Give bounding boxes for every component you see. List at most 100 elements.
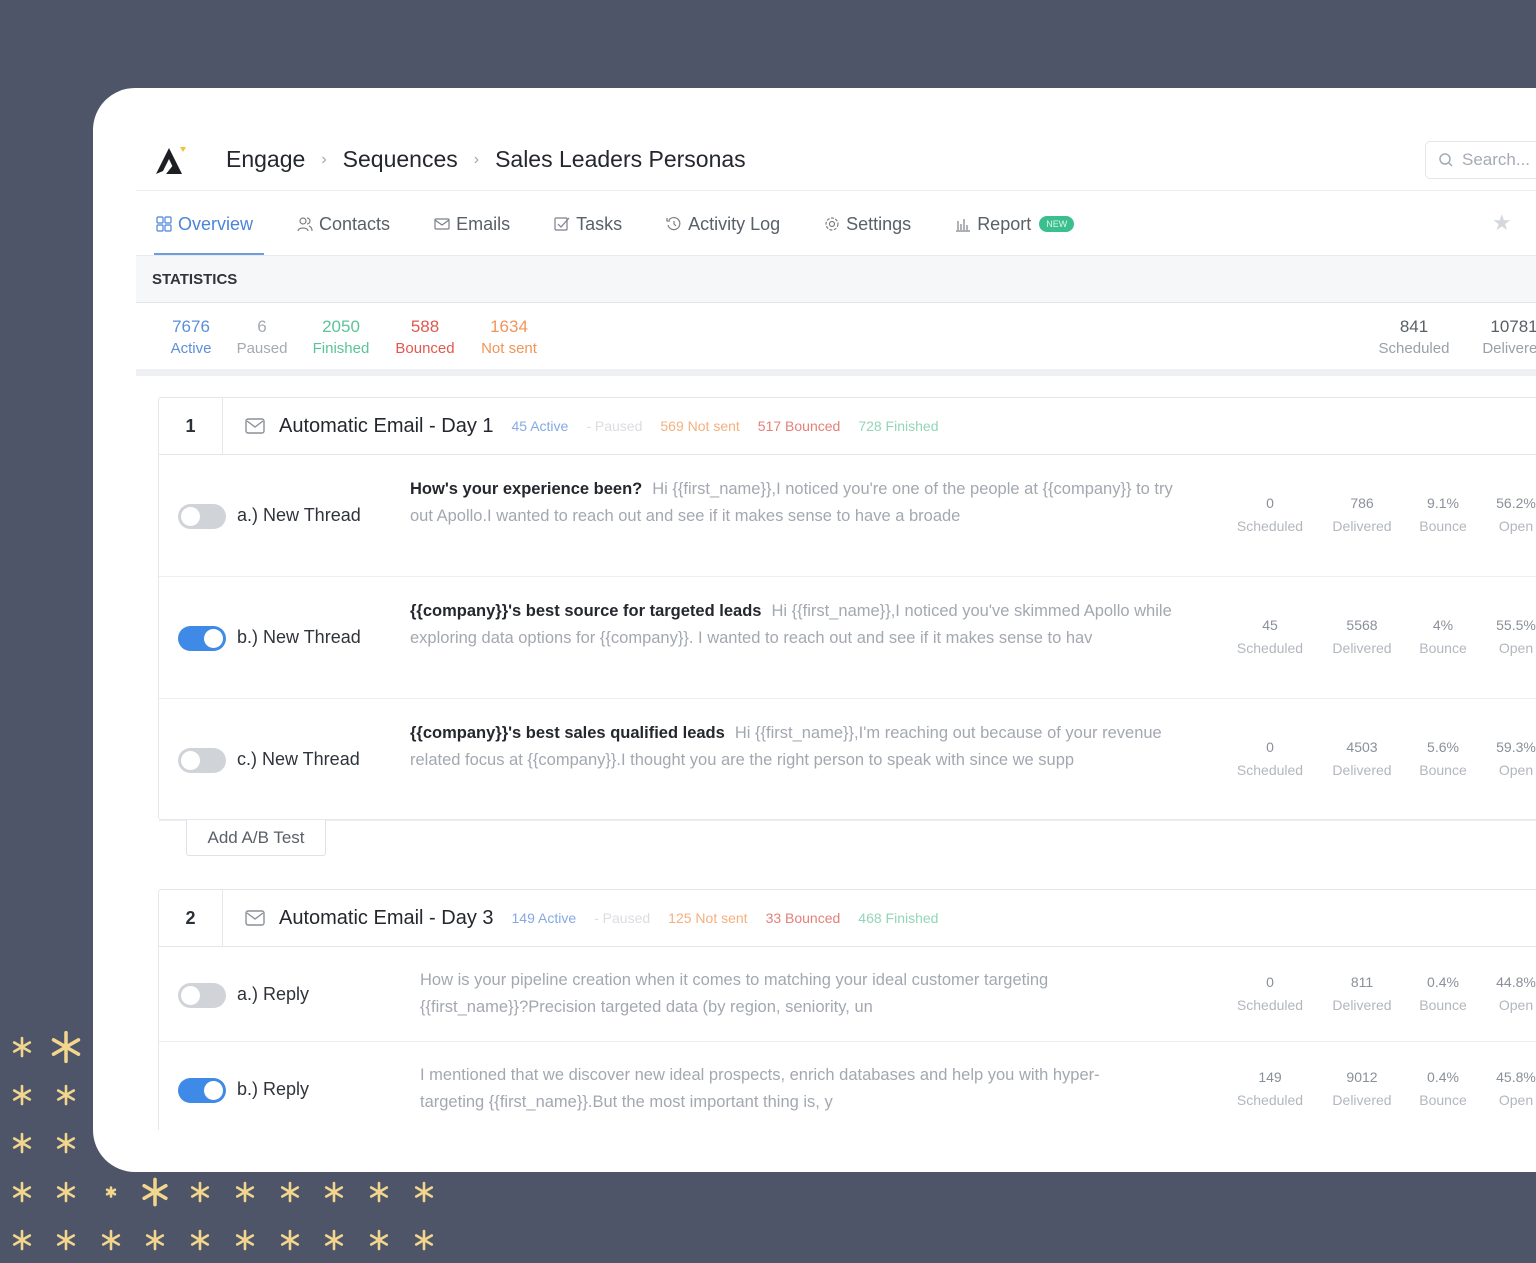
search-input[interactable]: Search... bbox=[1425, 141, 1536, 179]
step-chip: 468 Finished bbox=[858, 910, 939, 926]
email-subject: {{company}}'s best source for targeted l… bbox=[410, 602, 762, 620]
asterisk-mark bbox=[12, 1036, 32, 1058]
tab-label: Settings bbox=[846, 213, 912, 234]
email-preview[interactable]: How is your pipeline creation when it co… bbox=[420, 967, 1160, 1021]
email-preview[interactable]: {{company}}'s best sales qualified leads… bbox=[410, 720, 1180, 774]
thread-row[interactable]: a.) Reply How is your pipeline creation … bbox=[159, 947, 1536, 1042]
email-preview[interactable]: How's your experience been? Hi {{first_na… bbox=[410, 476, 1180, 530]
tab-overview[interactable]: Overview bbox=[156, 212, 253, 236]
metric-scheduled: 149 Scheduled bbox=[1236, 1068, 1304, 1108]
tab-label: Tasks bbox=[576, 213, 623, 234]
tab-tasks[interactable]: Tasks bbox=[554, 212, 622, 236]
step-number: 1 bbox=[159, 397, 223, 455]
thread-row[interactable]: b.) Reply I mentioned that we discover n… bbox=[159, 1042, 1536, 1130]
metric-delivered: 786 Delivered bbox=[1332, 495, 1392, 534]
tab-settings[interactable]: Settings bbox=[824, 212, 911, 236]
asterisk-mark bbox=[280, 1229, 300, 1251]
thread-row[interactable]: b.) New Thread {{company}}'s best source… bbox=[159, 577, 1536, 699]
step-chip: 517 Bounced bbox=[757, 418, 841, 434]
asterisk-mark bbox=[280, 1181, 300, 1203]
thread-label: a.) Reply bbox=[237, 983, 310, 1004]
asterisk-mark bbox=[105, 1186, 117, 1198]
enable-toggle[interactable] bbox=[178, 748, 226, 773]
asterisk-mark bbox=[324, 1229, 344, 1251]
email-subject: How's your experience been? bbox=[410, 480, 643, 498]
page-title: Sales Leaders Personas bbox=[495, 146, 746, 172]
add-ab-test-button[interactable]: Add A/B Test bbox=[186, 820, 326, 856]
mail-icon bbox=[434, 218, 450, 230]
tab-emails[interactable]: Emails bbox=[434, 212, 510, 236]
star-icon[interactable]: ★ bbox=[1492, 210, 1512, 236]
tab-label: Activity Log bbox=[688, 213, 781, 234]
thread-row[interactable]: a.) New Thread How's your experience bee… bbox=[159, 455, 1536, 577]
metric-delivered: 5568 Delivered bbox=[1332, 617, 1392, 656]
metric-scheduled: 45 Scheduled bbox=[1236, 617, 1304, 656]
step-chip: 125 Not sent bbox=[668, 910, 748, 926]
gear-icon bbox=[825, 217, 839, 231]
asterisk-mark bbox=[414, 1229, 434, 1251]
asterisk-mark bbox=[142, 1177, 168, 1207]
metric-open: 44.8% Open bbox=[1496, 973, 1536, 1013]
tab-report[interactable]: Report NEW bbox=[955, 212, 1075, 236]
tab-activity-log[interactable]: Activity Log bbox=[666, 212, 780, 236]
enable-toggle[interactable] bbox=[178, 504, 226, 529]
metric-scheduled: 0 Scheduled bbox=[1236, 739, 1304, 778]
tab-label: Overview bbox=[178, 213, 254, 234]
enable-toggle[interactable] bbox=[178, 626, 226, 651]
thread-row[interactable]: c.) New Thread {{company}}'s best sales … bbox=[159, 699, 1536, 821]
asterisk-mark bbox=[12, 1181, 32, 1203]
asterisk-mark bbox=[56, 1132, 76, 1154]
email-preview[interactable]: I mentioned that we discover new ideal p… bbox=[420, 1062, 1160, 1116]
asterisk-mark bbox=[56, 1229, 76, 1251]
enable-toggle[interactable] bbox=[178, 982, 226, 1008]
metric-scheduled: 0 Scheduled bbox=[1236, 495, 1304, 534]
thread-label: a.) New Thread bbox=[237, 505, 361, 525]
new-badge: NEW bbox=[1039, 216, 1075, 232]
email-subject: {{company}}'s best sales qualified leads bbox=[410, 724, 725, 742]
users-icon bbox=[297, 217, 313, 232]
step-chip: 45 Active bbox=[511, 418, 569, 434]
asterisk-mark bbox=[12, 1132, 32, 1154]
thread-label: c.) New Thread bbox=[237, 749, 360, 769]
email-body: I mentioned that we discover new ideal p… bbox=[420, 1066, 1100, 1111]
asterisk-mark bbox=[190, 1229, 210, 1251]
stat-delivered: 10781Delivered bbox=[1482, 317, 1536, 357]
tab-label: Emails bbox=[456, 213, 511, 234]
step-chip: 569 Not sent bbox=[660, 418, 740, 434]
asterisk-mark bbox=[235, 1229, 255, 1251]
step-chip: 149 Active bbox=[511, 910, 577, 926]
metric-open: 45.8% Open bbox=[1496, 1068, 1536, 1108]
breadcrumb: Engage › Sequences › Sales Leaders Perso… bbox=[226, 146, 746, 173]
sequence-step: 2 Automatic Email - Day 3 149 Active - Paus… bbox=[158, 889, 1536, 1130]
enable-toggle[interactable] bbox=[178, 1077, 226, 1103]
metric-delivered: 811 Delivered bbox=[1332, 973, 1392, 1013]
search-placeholder: Search... bbox=[1462, 150, 1531, 169]
step-title: Automatic Email - Day 1 bbox=[279, 414, 494, 437]
asterisk-mark bbox=[12, 1084, 32, 1106]
step-chip: 33 Bounced bbox=[765, 910, 841, 926]
divider bbox=[136, 369, 1536, 376]
mail-icon bbox=[245, 910, 265, 926]
asterisk-mark bbox=[101, 1229, 121, 1251]
email-preview[interactable]: {{company}}'s best source for targeted l… bbox=[410, 598, 1180, 652]
app-window: Engage › Sequences › Sales Leaders Perso… bbox=[93, 88, 1536, 1172]
stat-scheduled: 841 Scheduled bbox=[1378, 317, 1450, 357]
step-chip: - Paused bbox=[586, 418, 643, 434]
grid-icon bbox=[156, 216, 172, 232]
asterisk-mark bbox=[56, 1181, 76, 1203]
breadcrumb-sequences[interactable]: Sequences bbox=[343, 146, 458, 173]
step-chip: - Paused bbox=[594, 910, 651, 926]
statistics-title: STATISTICS bbox=[152, 271, 238, 288]
tab-label: Contacts bbox=[319, 213, 391, 234]
step-title: Automatic Email - Day 3 bbox=[279, 906, 494, 929]
statistics-header bbox=[136, 255, 1536, 303]
checkbox-icon bbox=[554, 217, 570, 231]
tab-bar: Overview Contacts Emails Tasks Activity Log S… bbox=[156, 212, 1118, 236]
tab-label: Report bbox=[977, 213, 1032, 234]
metric-open: 56.2% Open bbox=[1496, 495, 1536, 534]
breadcrumb-engage[interactable]: Engage bbox=[226, 146, 305, 173]
tab-contacts[interactable]: Contacts bbox=[297, 212, 390, 236]
asterisk-mark bbox=[369, 1181, 389, 1203]
step-header: 1 Automatic Email - Day 1 45 Active - Pause… bbox=[159, 397, 1536, 455]
asterisk-mark bbox=[235, 1181, 255, 1203]
